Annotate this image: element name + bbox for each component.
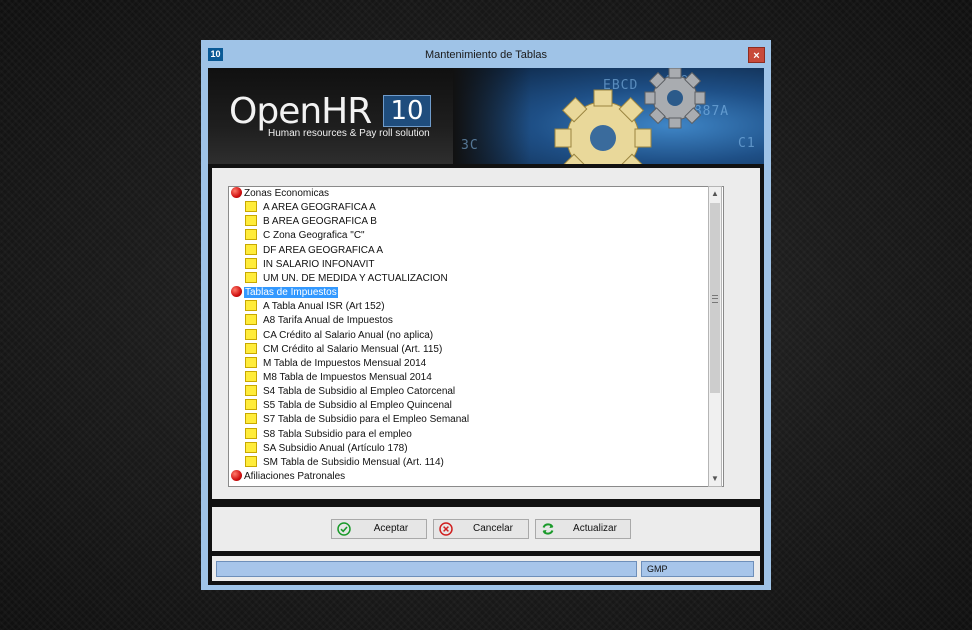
tree-item-row[interactable]: S5 Tabla de Subsidio al Empleo Quincenal xyxy=(245,399,452,413)
tree-group-label[interactable]: Tablas de Impuestos xyxy=(244,287,338,299)
window-client-area: 4C9 C887A 3C C1 EBCD xyxy=(208,68,764,585)
tree-item-label[interactable]: A8 Tarifa Anual de Impuestos xyxy=(263,315,393,326)
folder-node-icon xyxy=(245,441,257,453)
folder-node-icon xyxy=(245,215,257,227)
folder-node-icon xyxy=(245,257,257,269)
tree-item-row[interactable]: C Zona Geografica "C" xyxy=(245,229,365,243)
tree-item-row[interactable]: A AREA GEOGRAFICA A xyxy=(245,201,376,215)
tree-item-label[interactable]: M8 Tabla de Impuestos Mensual 2014 xyxy=(263,372,432,383)
refresh-button-label: Actualizar xyxy=(573,523,617,534)
status-field-user: GMP xyxy=(641,561,754,577)
tree-item-row[interactable]: S7 Tabla de Subsidio para el Empleo Sema… xyxy=(245,413,469,427)
accept-button[interactable]: Aceptar xyxy=(331,519,427,539)
status-panel: GMP xyxy=(212,556,760,581)
tree-group-label[interactable]: Afiliaciones Patronales xyxy=(244,471,345,482)
brand-version-badge: 10 xyxy=(383,95,431,127)
tree-group-row[interactable]: Zonas Economicas xyxy=(231,187,329,201)
refresh-button[interactable]: Actualizar xyxy=(535,519,631,539)
x-circle-icon xyxy=(439,522,453,536)
tree-item-label[interactable]: S8 Tabla Subsidio para el empleo xyxy=(263,429,412,440)
tree-item-label[interactable]: IN SALARIO INFONAVIT xyxy=(263,259,375,270)
red-node-icon[interactable] xyxy=(231,286,242,298)
tables-tree[interactable]: Zonas Economicas A AREA GEOGRAFICA A B ARE… xyxy=(228,186,724,487)
cancel-button-label: Cancelar xyxy=(472,523,514,534)
tree-item-row[interactable]: CM Crédito al Salario Mensual (Art. 115) xyxy=(245,342,442,357)
tree-item-row[interactable]: SM Tabla de Subsidio Mensual (Art. 114) xyxy=(245,455,444,470)
tree-group-row[interactable]: Afiliaciones Patronales xyxy=(231,470,345,484)
folder-node-icon xyxy=(245,356,257,368)
check-circle-icon xyxy=(337,522,351,536)
tree-item-label[interactable]: B AREA GEOGRAFICA B xyxy=(263,216,377,227)
status-field-main xyxy=(216,561,637,577)
tree-item-label[interactable]: M Tabla de Impuestos Mensual 2014 xyxy=(263,358,426,369)
tree-group-label[interactable]: Zonas Economicas xyxy=(244,188,329,199)
folder-node-icon xyxy=(245,399,257,411)
tree-item-label[interactable]: S5 Tabla de Subsidio al Empleo Quincenal xyxy=(263,400,452,411)
tree-item-row[interactable]: UM UN. DE MEDIDA Y ACTUALIZACION xyxy=(245,271,448,286)
brand-tagline: Human resources & Pay roll solution xyxy=(268,128,430,139)
tree-panel: Zonas Economicas A AREA GEOGRAFICA A B ARE… xyxy=(212,168,760,499)
tree-item-row[interactable]: S4 Tabla de Subsidio al Empleo Catorcena… xyxy=(245,385,455,399)
cancel-button[interactable]: Cancelar xyxy=(433,519,529,539)
tree-item-label[interactable]: A Tabla Anual ISR (Art 152) xyxy=(263,301,385,312)
scroll-down-icon[interactable]: ▼ xyxy=(709,472,721,486)
brand-logo-text: OpenHR xyxy=(229,91,372,132)
tree-item-row[interactable]: CA Crédito al Salario Anual (no aplica) xyxy=(245,328,433,343)
red-node-icon[interactable] xyxy=(231,187,242,198)
tree-item-label[interactable]: SA Subsidio Anual (Artículo 178) xyxy=(263,443,408,454)
folder-node-icon xyxy=(245,413,257,425)
header-banner: 4C9 C887A 3C C1 EBCD xyxy=(208,68,764,164)
folder-node-icon xyxy=(245,271,257,283)
main-window: 10 Mantenimiento de Tablas × 4C9 C887A 3… xyxy=(201,40,771,590)
folder-node-icon xyxy=(245,201,257,213)
tree-item-row[interactable]: S8 Tabla Subsidio para el empleo xyxy=(245,427,412,442)
tree-item-row[interactable]: IN SALARIO INFONAVIT xyxy=(245,257,375,272)
tree-item-row[interactable]: A Tabla Anual ISR (Art 152) xyxy=(245,300,385,314)
title-bar[interactable]: 10 Mantenimiento de Tablas × xyxy=(201,40,771,68)
tree-item-label[interactable]: UM UN. DE MEDIDA Y ACTUALIZACION xyxy=(263,273,448,284)
folder-node-icon xyxy=(245,328,257,340)
tree-item-label[interactable]: DF AREA GEOGRAFICA A xyxy=(263,245,383,256)
tree-item-row[interactable]: DF AREA GEOGRAFICA A xyxy=(245,243,383,258)
red-node-icon[interactable] xyxy=(231,470,242,481)
folder-node-icon xyxy=(245,342,257,354)
window-title: Mantenimiento de Tablas xyxy=(424,49,548,61)
scroll-thumb[interactable] xyxy=(710,203,720,393)
tree-item-row[interactable]: B AREA GEOGRAFICA B xyxy=(245,215,377,229)
folder-node-icon xyxy=(245,314,257,326)
tree-item-label[interactable]: C Zona Geografica "C" xyxy=(263,230,365,241)
folder-node-icon xyxy=(245,455,257,467)
tree-item-label[interactable]: A AREA GEOGRAFICA A xyxy=(263,202,376,213)
close-button[interactable]: × xyxy=(748,47,765,63)
tree-item-label[interactable]: S7 Tabla de Subsidio para el Empleo Sema… xyxy=(263,414,469,425)
folder-node-icon xyxy=(245,243,257,255)
banner-artwork: 4C9 C887A 3C C1 EBCD xyxy=(453,68,764,164)
folder-node-icon xyxy=(245,300,257,312)
tree-item-label[interactable]: SM Tabla de Subsidio Mensual (Art. 114) xyxy=(263,457,444,468)
folder-node-icon xyxy=(245,427,257,439)
refresh-icon xyxy=(542,523,554,535)
tree-scrollbar[interactable]: ▲ ▼ xyxy=(708,186,722,487)
tree-group-row[interactable]: Tablas de Impuestos xyxy=(231,286,338,300)
tree-item-label[interactable]: S4 Tabla de Subsidio al Empleo Catorcena… xyxy=(263,386,455,397)
tree-item-row[interactable]: A8 Tarifa Anual de Impuestos xyxy=(245,314,393,328)
tree-item-label[interactable]: CM Crédito al Salario Mensual (Art. 115) xyxy=(263,344,442,355)
scroll-up-icon[interactable]: ▲ xyxy=(709,187,721,201)
tree-item-row[interactable]: SA Subsidio Anual (Artículo 178) xyxy=(245,441,408,456)
folder-node-icon xyxy=(245,370,257,382)
tree-item-row[interactable]: M Tabla de Impuestos Mensual 2014 xyxy=(245,356,426,371)
gears-icon xyxy=(554,68,706,164)
tree-item-row[interactable]: M8 Tabla de Impuestos Mensual 2014 xyxy=(245,370,432,385)
button-panel: Aceptar Cancelar Actualizar xyxy=(212,507,760,551)
grip-icon xyxy=(712,295,718,303)
folder-node-icon xyxy=(245,385,257,397)
tree-item-label[interactable]: CA Crédito al Salario Anual (no aplica) xyxy=(263,330,433,341)
folder-node-icon xyxy=(245,229,257,241)
accept-button-label: Aceptar xyxy=(373,523,409,534)
